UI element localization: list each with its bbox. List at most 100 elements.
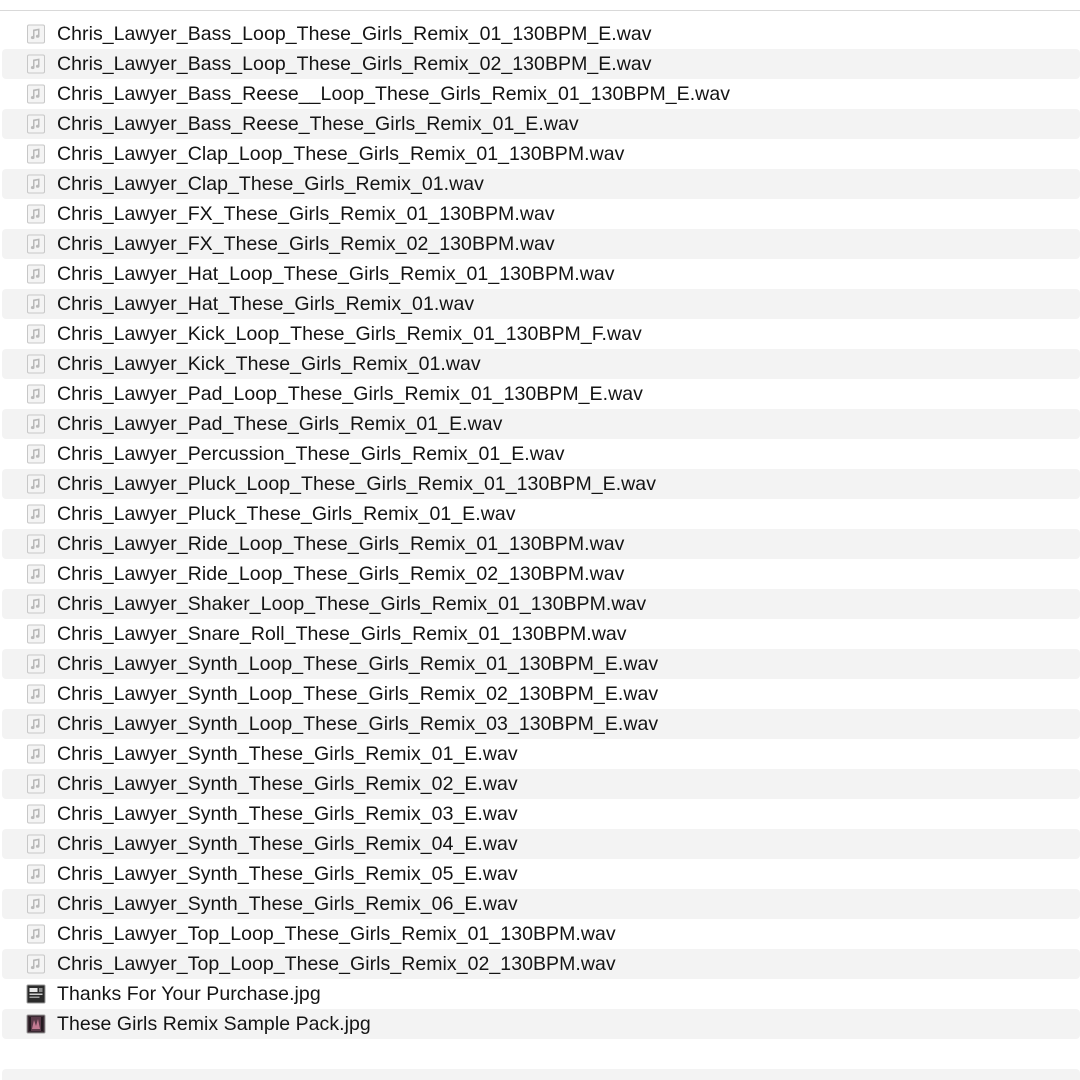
list-bottom-edge [2, 1069, 1080, 1080]
file-name: Chris_Lawyer_Bass_Loop_These_Girls_Remix… [57, 23, 652, 45]
file-name: Chris_Lawyer_Synth_These_Girls_Remix_03_… [57, 803, 518, 825]
file-name: Chris_Lawyer_Clap_Loop_These_Girls_Remix… [57, 143, 625, 165]
audio-file-icon [26, 84, 46, 104]
file-name: Chris_Lawyer_Hat_These_Girls_Remix_01.wa… [57, 293, 475, 315]
file-name: Chris_Lawyer_Synth_These_Girls_Remix_02_… [57, 773, 518, 795]
audio-file-icon [26, 384, 46, 404]
file-row[interactable]: Chris_Lawyer_Hat_Loop_These_Girls_Remix_… [2, 259, 1080, 289]
file-row[interactable]: Chris_Lawyer_Pad_Loop_These_Girls_Remix_… [2, 379, 1080, 409]
audio-file-icon [26, 894, 46, 914]
file-name: Chris_Lawyer_Pluck_These_Girls_Remix_01_… [57, 503, 516, 525]
finder-window: Chris_Lawyer_Bass_Loop_These_Girls_Remix… [0, 0, 1080, 1080]
audio-file-icon [26, 834, 46, 854]
audio-file-icon [26, 24, 46, 44]
file-name: Chris_Lawyer_Pad_Loop_These_Girls_Remix_… [57, 383, 643, 405]
audio-file-icon [26, 414, 46, 434]
file-name: Chris_Lawyer_Snare_Roll_These_Girls_Remi… [57, 623, 627, 645]
file-row[interactable]: Chris_Lawyer_Top_Loop_These_Girls_Remix_… [2, 919, 1080, 949]
file-name: Chris_Lawyer_Kick_Loop_These_Girls_Remix… [57, 323, 642, 345]
file-name: Chris_Lawyer_Kick_These_Girls_Remix_01.w… [57, 353, 481, 375]
audio-file-icon [26, 684, 46, 704]
audio-file-icon [26, 174, 46, 194]
audio-file-icon [26, 804, 46, 824]
file-row[interactable]: Chris_Lawyer_Kick_These_Girls_Remix_01.w… [2, 349, 1080, 379]
audio-file-icon [26, 624, 46, 644]
file-list: Chris_Lawyer_Bass_Loop_These_Girls_Remix… [0, 19, 1080, 1039]
audio-file-icon [26, 264, 46, 284]
file-row[interactable]: Chris_Lawyer_Top_Loop_These_Girls_Remix_… [2, 949, 1080, 979]
cover-art-thumbnail-icon [26, 1014, 46, 1034]
audio-file-icon [26, 474, 46, 494]
file-row[interactable]: Chris_Lawyer_Synth_Loop_These_Girls_Remi… [2, 679, 1080, 709]
file-row[interactable]: These Girls Remix Sample Pack.jpg [2, 1009, 1080, 1039]
file-name: Chris_Lawyer_Shaker_Loop_These_Girls_Rem… [57, 593, 647, 615]
file-name: Chris_Lawyer_FX_These_Girls_Remix_02_130… [57, 233, 555, 255]
file-row[interactable]: Chris_Lawyer_Synth_Loop_These_Girls_Remi… [2, 649, 1080, 679]
audio-file-icon [26, 774, 46, 794]
file-name: Chris_Lawyer_Ride_Loop_These_Girls_Remix… [57, 563, 625, 585]
audio-file-icon [26, 324, 46, 344]
file-name: Chris_Lawyer_Top_Loop_These_Girls_Remix_… [57, 923, 616, 945]
file-name: Chris_Lawyer_Bass_Reese__Loop_These_Girl… [57, 83, 731, 105]
file-row[interactable]: Chris_Lawyer_Bass_Loop_These_Girls_Remix… [2, 19, 1080, 49]
file-row[interactable]: Chris_Lawyer_Synth_These_Girls_Remix_02_… [2, 769, 1080, 799]
file-row[interactable]: Chris_Lawyer_Synth_These_Girls_Remix_03_… [2, 799, 1080, 829]
file-row[interactable]: Chris_Lawyer_Synth_These_Girls_Remix_01_… [2, 739, 1080, 769]
audio-file-icon [26, 504, 46, 524]
audio-file-icon [26, 924, 46, 944]
audio-file-icon [26, 564, 46, 584]
file-name: Chris_Lawyer_FX_These_Girls_Remix_01_130… [57, 203, 555, 225]
file-name: Chris_Lawyer_Synth_These_Girls_Remix_05_… [57, 863, 518, 885]
file-row[interactable]: Chris_Lawyer_FX_These_Girls_Remix_01_130… [2, 199, 1080, 229]
file-row[interactable]: Thanks For Your Purchase.jpg [2, 979, 1080, 1009]
file-row[interactable]: Chris_Lawyer_Percussion_These_Girls_Remi… [2, 439, 1080, 469]
file-name: Chris_Lawyer_Synth_Loop_These_Girls_Remi… [57, 713, 659, 735]
file-name: Chris_Lawyer_Pad_These_Girls_Remix_01_E.… [57, 413, 503, 435]
audio-file-icon [26, 354, 46, 374]
file-name: Chris_Lawyer_Top_Loop_These_Girls_Remix_… [57, 953, 616, 975]
file-row[interactable]: Chris_Lawyer_Bass_Reese__Loop_These_Girl… [2, 79, 1080, 109]
audio-file-icon [26, 654, 46, 674]
audio-file-icon [26, 114, 46, 134]
file-row[interactable]: Chris_Lawyer_Synth_Loop_These_Girls_Remi… [2, 709, 1080, 739]
audio-file-icon [26, 864, 46, 884]
file-row[interactable]: Chris_Lawyer_Shaker_Loop_These_Girls_Rem… [2, 589, 1080, 619]
audio-file-icon [26, 444, 46, 464]
file-row[interactable]: Chris_Lawyer_Synth_These_Girls_Remix_06_… [2, 889, 1080, 919]
audio-file-icon [26, 234, 46, 254]
file-row[interactable]: Chris_Lawyer_Synth_These_Girls_Remix_04_… [2, 829, 1080, 859]
file-name: Chris_Lawyer_Bass_Loop_These_Girls_Remix… [57, 53, 652, 75]
file-name: Chris_Lawyer_Clap_These_Girls_Remix_01.w… [57, 173, 484, 195]
column-header-divider [0, 10, 1080, 11]
file-name: Chris_Lawyer_Hat_Loop_These_Girls_Remix_… [57, 263, 615, 285]
file-name: Chris_Lawyer_Synth_Loop_These_Girls_Remi… [57, 653, 659, 675]
file-row[interactable]: Chris_Lawyer_Bass_Reese_These_Girls_Remi… [2, 109, 1080, 139]
file-name: Chris_Lawyer_Percussion_These_Girls_Remi… [57, 443, 565, 465]
file-row[interactable]: Chris_Lawyer_Snare_Roll_These_Girls_Remi… [2, 619, 1080, 649]
file-name: Chris_Lawyer_Ride_Loop_These_Girls_Remix… [57, 533, 625, 555]
file-row[interactable]: Chris_Lawyer_FX_These_Girls_Remix_02_130… [2, 229, 1080, 259]
file-row[interactable]: Chris_Lawyer_Hat_These_Girls_Remix_01.wa… [2, 289, 1080, 319]
audio-file-icon [26, 954, 46, 974]
file-row[interactable]: Chris_Lawyer_Synth_These_Girls_Remix_05_… [2, 859, 1080, 889]
file-row[interactable]: Chris_Lawyer_Ride_Loop_These_Girls_Remix… [2, 529, 1080, 559]
file-row[interactable]: Chris_Lawyer_Pad_These_Girls_Remix_01_E.… [2, 409, 1080, 439]
file-name: Chris_Lawyer_Synth_These_Girls_Remix_06_… [57, 893, 518, 915]
file-row[interactable]: Chris_Lawyer_Pluck_Loop_These_Girls_Remi… [2, 469, 1080, 499]
file-row[interactable]: Chris_Lawyer_Ride_Loop_These_Girls_Remix… [2, 559, 1080, 589]
file-row[interactable]: Chris_Lawyer_Bass_Loop_These_Girls_Remix… [2, 49, 1080, 79]
file-row[interactable]: Chris_Lawyer_Clap_Loop_These_Girls_Remix… [2, 139, 1080, 169]
audio-file-icon [26, 204, 46, 224]
audio-file-icon [26, 294, 46, 314]
file-name: These Girls Remix Sample Pack.jpg [57, 1013, 371, 1035]
file-name: Chris_Lawyer_Bass_Reese_These_Girls_Remi… [57, 113, 579, 135]
file-row[interactable]: Chris_Lawyer_Clap_These_Girls_Remix_01.w… [2, 169, 1080, 199]
file-row[interactable]: Chris_Lawyer_Pluck_These_Girls_Remix_01_… [2, 499, 1080, 529]
file-name: Thanks For Your Purchase.jpg [57, 983, 321, 1005]
audio-file-icon [26, 54, 46, 74]
audio-file-icon [26, 744, 46, 764]
file-name: Chris_Lawyer_Synth_These_Girls_Remix_04_… [57, 833, 518, 855]
audio-file-icon [26, 534, 46, 554]
audio-file-icon [26, 144, 46, 164]
file-row[interactable]: Chris_Lawyer_Kick_Loop_These_Girls_Remix… [2, 319, 1080, 349]
